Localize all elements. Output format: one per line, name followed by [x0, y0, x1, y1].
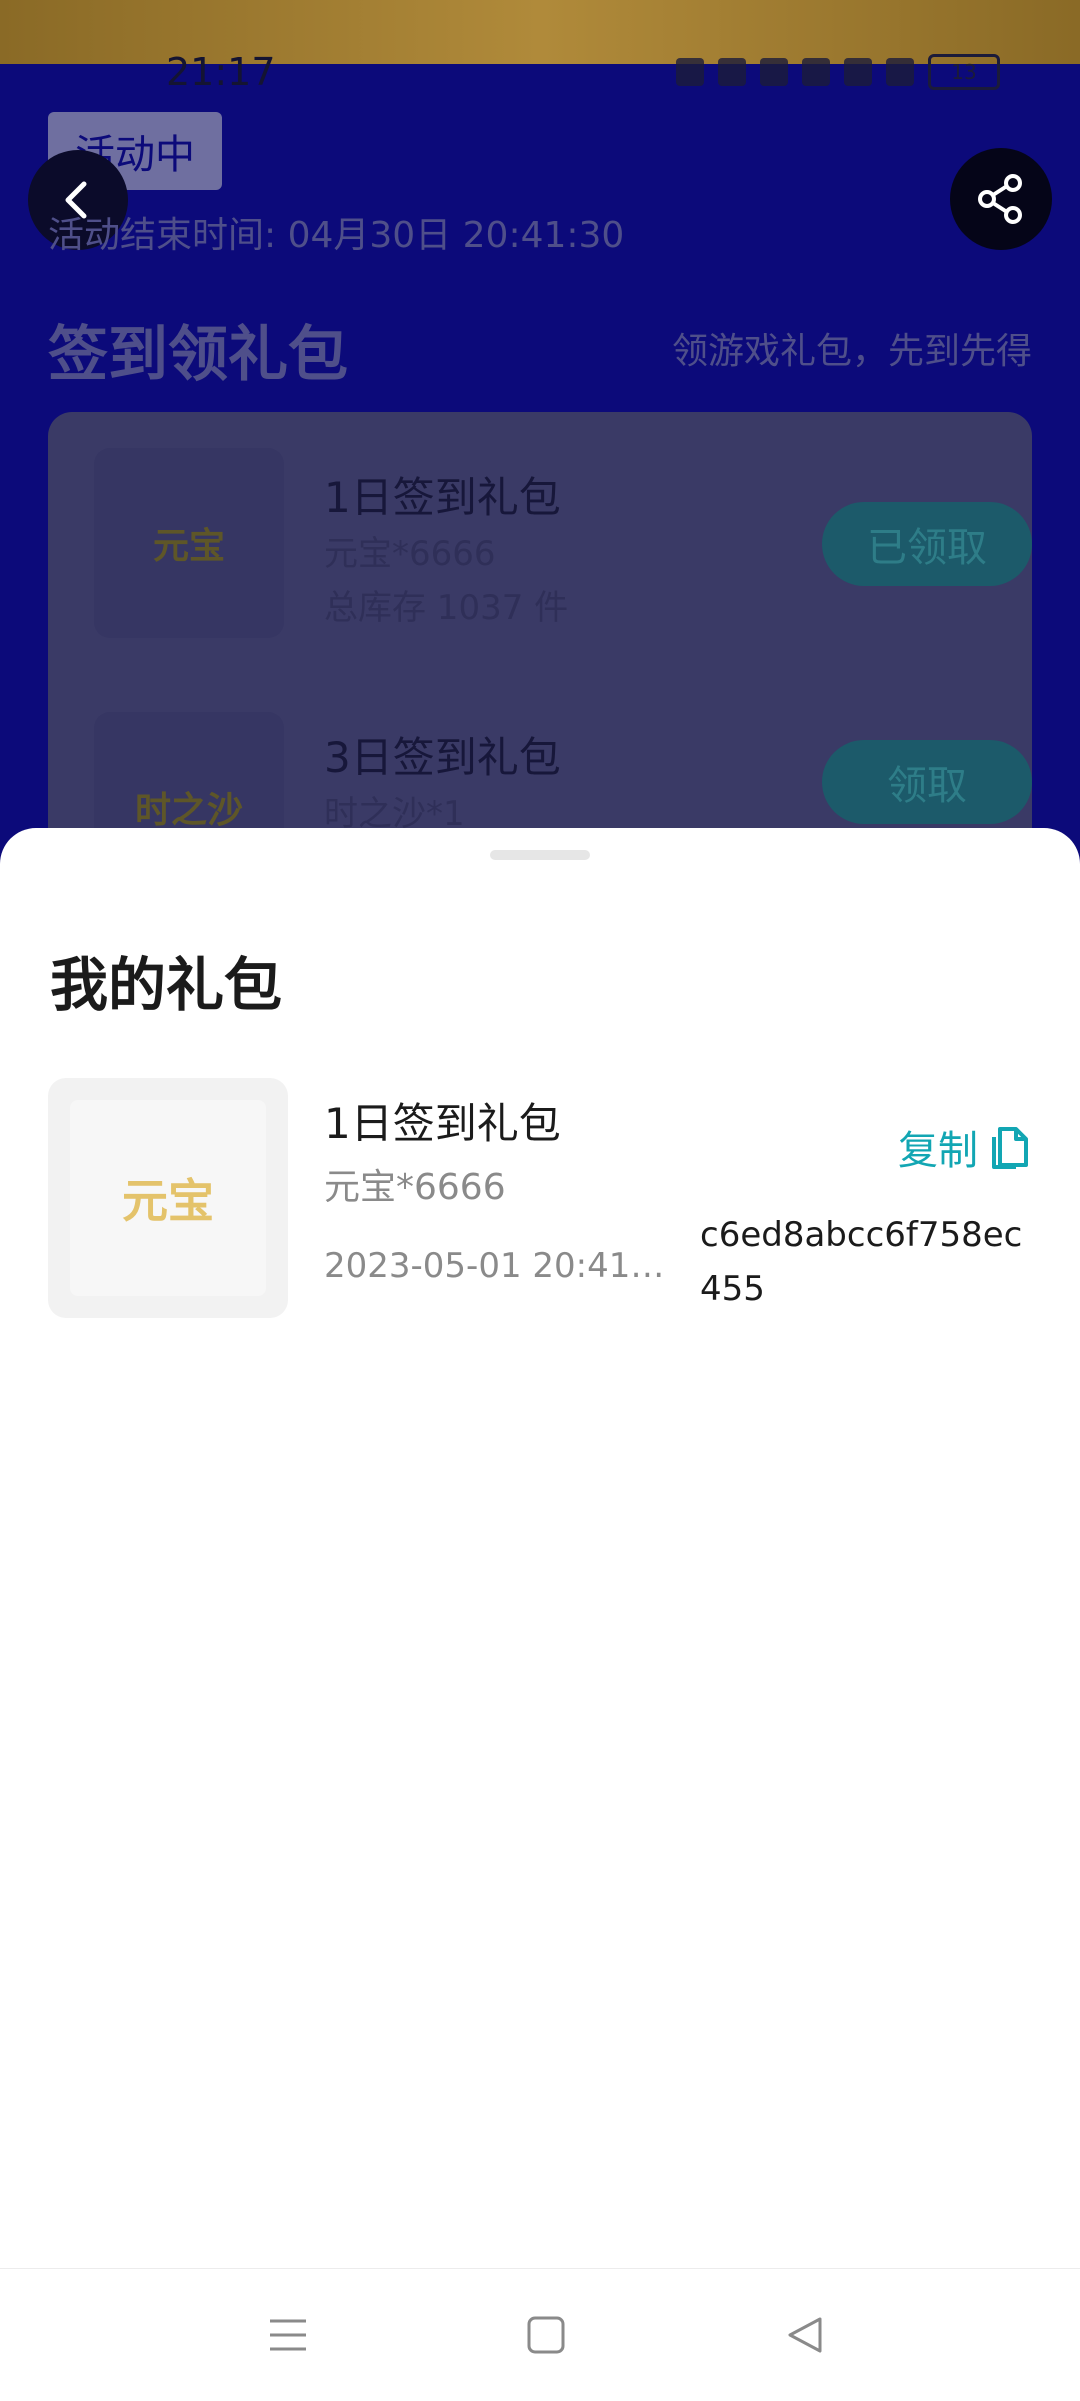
system-nav-bar: [0, 2268, 1080, 2401]
gift-code[interactable]: c6ed8abcc6f758ec455: [700, 1208, 1030, 1316]
gift-stock: 总库存 1037 件: [324, 588, 569, 628]
alarm-icon: [676, 58, 704, 86]
sheet-title: 我的礼包: [50, 951, 283, 1019]
gift-list-card: 元宝 1日签到礼包 元宝*6666 总库存 1037 件 已领取 时之沙 3日签…: [48, 412, 1032, 902]
claimed-button-label: 已领取: [867, 525, 987, 571]
status-icons: 13: [676, 54, 1000, 90]
my-gift-thumbnail-image: 元宝: [70, 1100, 266, 1296]
gift-thumbnail-label: 元宝: [152, 526, 225, 567]
home-icon[interactable]: [524, 2313, 568, 2357]
claimed-button[interactable]: 已领取: [822, 502, 1032, 586]
copy-button[interactable]: 复制: [898, 1118, 1032, 1176]
my-gift-thumbnail: 元宝: [48, 1078, 288, 1318]
share-button[interactable]: [950, 148, 1052, 250]
sheet-drag-handle[interactable]: [490, 850, 590, 860]
activity-end-time: 活动结束时间: 04月30日 20:41:30: [48, 215, 625, 256]
my-gift-expiry: 2023-05-01 20:41 前有效: [324, 1246, 674, 1286]
status-time: 21:17: [166, 50, 276, 94]
section-subtitle: 领游戏礼包，先到先得: [671, 331, 1032, 372]
gift-thumbnail: 元宝: [94, 448, 284, 638]
battery-level: 13: [951, 60, 977, 84]
claim-button[interactable]: 领取: [822, 740, 1032, 824]
gift-list-item: 元宝 1日签到礼包 元宝*6666 总库存 1037 件 已领取: [94, 412, 1032, 638]
copy-icon: [992, 1127, 1028, 1169]
copy-button-label: 复制: [898, 1128, 978, 1174]
status-bar: 21:17 13: [0, 44, 1080, 100]
hd-icon: [802, 58, 830, 86]
gift-name: 1日签到礼包: [324, 473, 561, 522]
wifi-icon: [760, 58, 788, 86]
share-icon: [978, 174, 1022, 224]
gift-name: 3日签到礼包: [324, 733, 561, 782]
gift-desc: 元宝*6666: [324, 534, 496, 574]
claim-button-label: 领取: [887, 763, 967, 809]
my-gift-thumbnail-label: 元宝: [122, 1174, 214, 1228]
network-speed-icon: [718, 58, 746, 86]
my-gift-desc: 元宝*6666: [324, 1167, 506, 1208]
my-gifts-sheet: 我的礼包 元宝 1日签到礼包 元宝*6666 2023-05-01 20:41 …: [0, 828, 1080, 2268]
signal-icon-2: [886, 58, 914, 86]
signal-icon: [844, 58, 872, 86]
my-gift-name: 1日签到礼包: [324, 1099, 561, 1148]
gift-thumbnail-label: 时之沙: [134, 790, 243, 831]
back-icon[interactable]: [782, 2313, 826, 2357]
battery-icon: 13: [928, 54, 1000, 90]
menu-icon[interactable]: [266, 2313, 310, 2357]
section-title: 签到领礼包: [48, 320, 348, 390]
